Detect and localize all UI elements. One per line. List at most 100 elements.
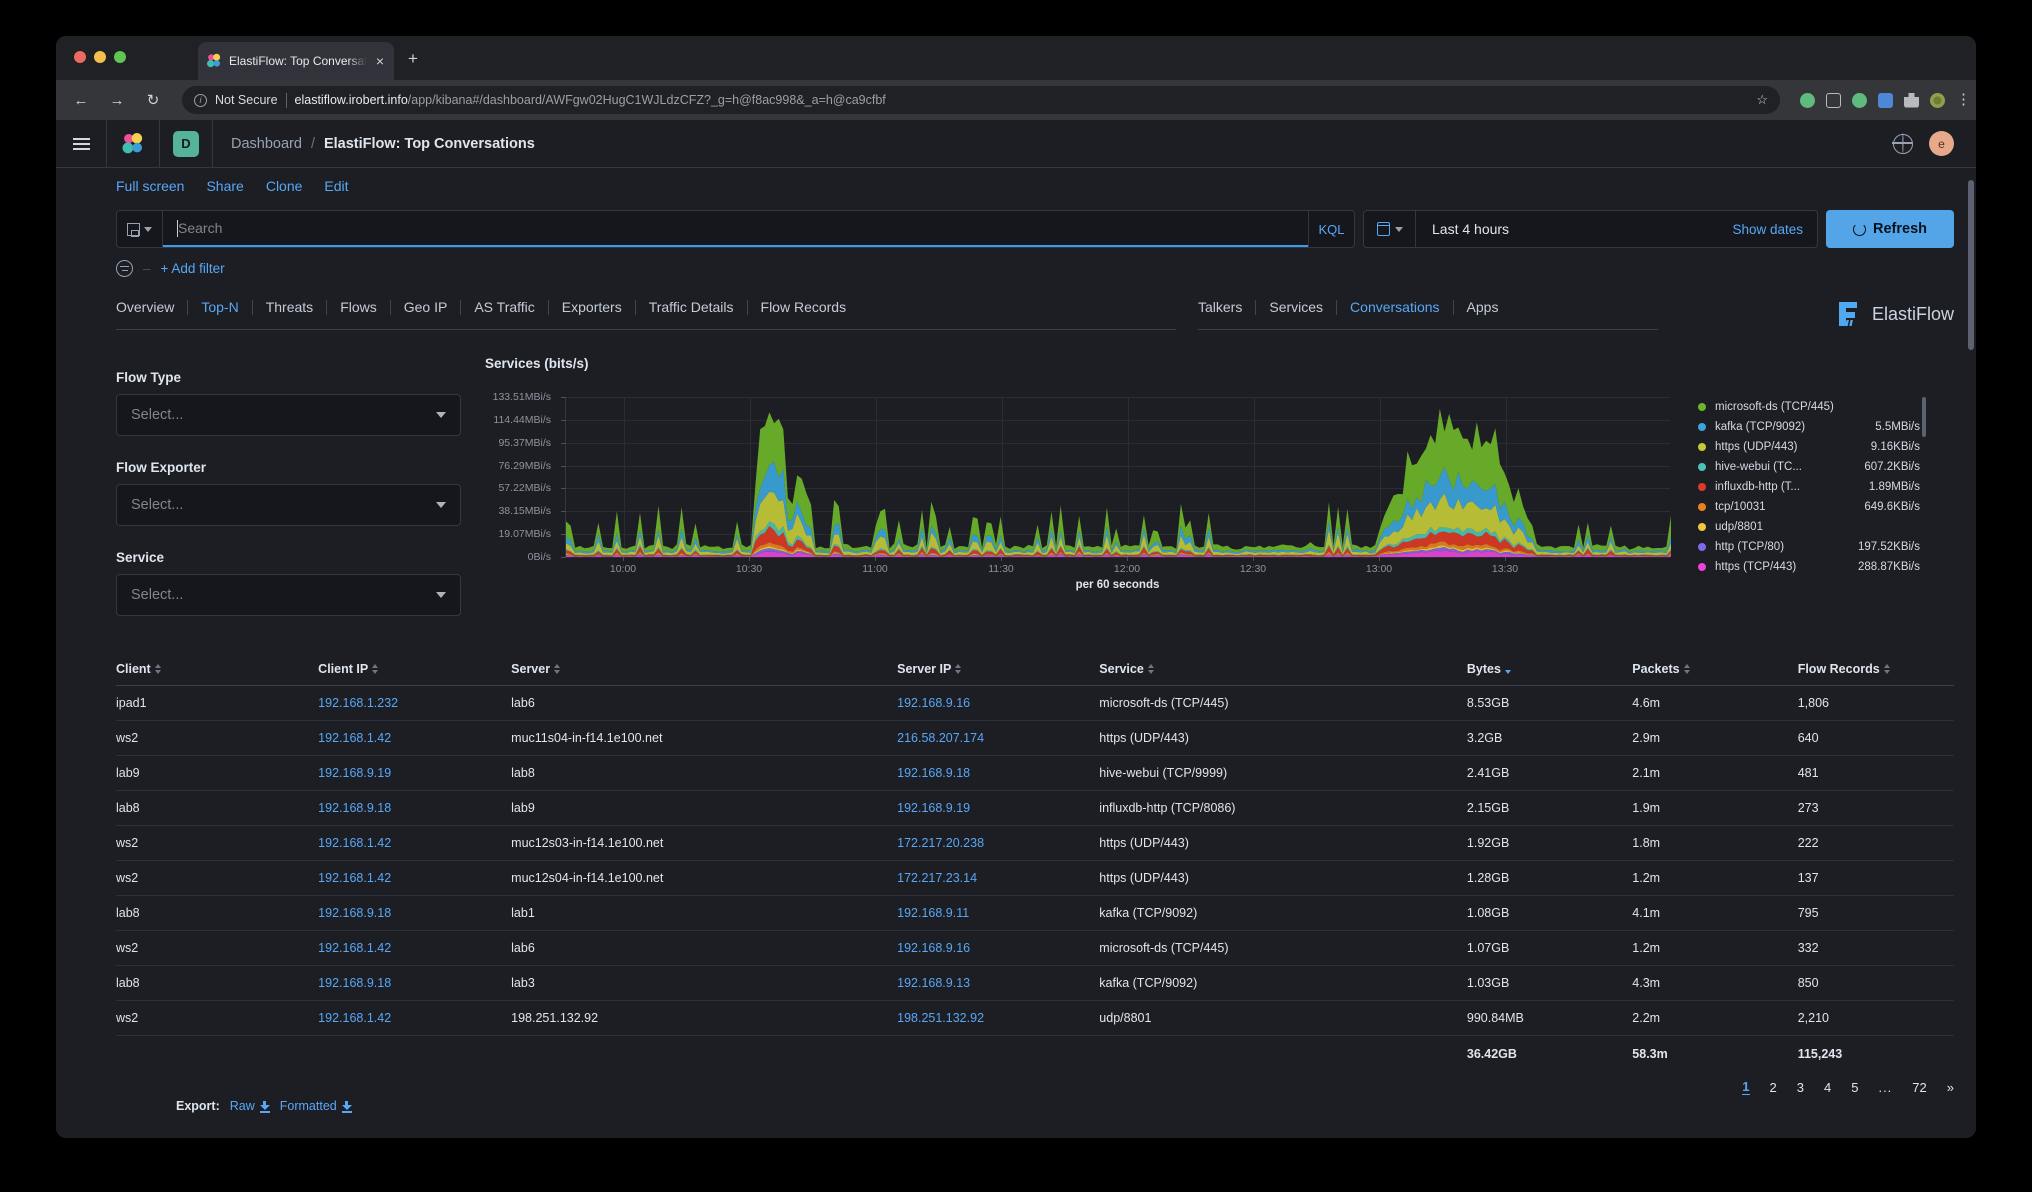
extension-gear-icon[interactable]	[1930, 92, 1945, 108]
legend-item[interactable]: https (TCP/443) 288.87KBi/s	[1698, 557, 1920, 577]
pagination-next-button[interactable]: »	[1947, 1080, 1954, 1095]
cell-server-ip[interactable]: 192.168.9.11	[897, 895, 1100, 931]
table-row[interactable]: ws2 192.168.1.42 muc11s04-in-f14.1e100.net…	[116, 720, 1954, 756]
browser-tab[interactable]: ElastiFlow: Top Conversations ×	[198, 42, 394, 80]
browser-menu-icon[interactable]: ⋮	[1956, 92, 1971, 108]
legend-item[interactable]: kafka (TCP/9092) 5.5MBi/s	[1698, 417, 1920, 437]
extension-status-icon[interactable]	[1852, 92, 1867, 108]
search-bar[interactable]: Search KQL	[116, 210, 1355, 248]
plot-canvas[interactable]	[561, 397, 1671, 558]
table-row[interactable]: lab9 192.168.9.19 lab8 192.168.9.18 hive-web…	[116, 755, 1954, 791]
table-row[interactable]: lab8 192.168.9.18 lab3 192.168.9.13 kafka (T…	[116, 965, 1954, 1001]
cell-server-ip[interactable]: 192.168.9.13	[897, 965, 1100, 1001]
tab-flows[interactable]: Flows	[327, 299, 390, 315]
legend-item[interactable]: hive-webui (TC... 607.2KBi/s	[1698, 457, 1920, 477]
column-header-packets[interactable]: Packets	[1632, 662, 1798, 686]
info-icon[interactable]: i	[194, 93, 207, 107]
tab-services[interactable]: Services	[1256, 299, 1336, 315]
avatar[interactable]: e	[1929, 131, 1954, 156]
minimize-window-button[interactable]	[94, 51, 106, 63]
globe-icon[interactable]	[1892, 133, 1913, 154]
tab-as-traffic[interactable]: AS Traffic	[461, 299, 547, 315]
cell-server-ip[interactable]: 172.217.23.14	[897, 860, 1100, 896]
tab-flow-records[interactable]: Flow Records	[748, 299, 860, 315]
legend-item[interactable]: http (TCP/80) 197.52KBi/s	[1698, 537, 1920, 557]
address-bar[interactable]: i Not Secure elastiflow.irobert.info/app…	[182, 86, 1780, 114]
pagination-page-72[interactable]: 72	[1912, 1080, 1926, 1095]
share-button[interactable]: Share	[206, 178, 243, 194]
table-row[interactable]: lab8 192.168.9.18 lab9 192.168.9.19 influxdb…	[116, 790, 1954, 826]
close-window-button[interactable]	[74, 51, 86, 63]
legend-item[interactable]: tcp/10031 649.6KBi/s	[1698, 497, 1920, 517]
export-raw-link[interactable]: Raw	[230, 1099, 270, 1113]
pagination-page-3[interactable]: 3	[1797, 1080, 1804, 1095]
cell-client-ip[interactable]: 192.168.1.42	[318, 930, 512, 966]
extension-blue-icon[interactable]	[1878, 92, 1893, 108]
service-select[interactable]: Select...	[116, 574, 461, 616]
table-row[interactable]: ws2 192.168.1.42 muc12s03-in-f14.1e100.net…	[116, 825, 1954, 861]
add-filter-button[interactable]: + Add filter	[161, 261, 225, 276]
tab-conversations[interactable]: Conversations	[1337, 299, 1453, 315]
cell-client-ip[interactable]: 192.168.1.232	[318, 685, 512, 721]
cell-server-ip[interactable]: 198.251.132.92	[897, 1000, 1100, 1036]
cell-server-ip[interactable]: 192.168.9.19	[897, 790, 1100, 826]
cell-client-ip[interactable]: 192.168.1.42	[318, 825, 512, 861]
cell-server-ip[interactable]: 172.217.20.238	[897, 825, 1100, 861]
edit-button[interactable]: Edit	[324, 178, 348, 194]
new-tab-button[interactable]: +	[408, 50, 418, 67]
refresh-button[interactable]: Refresh	[1826, 210, 1954, 248]
show-dates-button[interactable]: Show dates	[1732, 222, 1803, 237]
cell-client-ip[interactable]: 192.168.9.18	[318, 895, 512, 931]
flow-exporter-select[interactable]: Select...	[116, 484, 461, 526]
search-input[interactable]: Search	[163, 211, 1308, 247]
tab-apps[interactable]: Apps	[1454, 299, 1512, 315]
page-scrollbar[interactable]	[1968, 180, 1974, 350]
legend-item[interactable]: microsoft-ds (TCP/445)	[1698, 397, 1920, 417]
tab-overview[interactable]: Overview	[116, 299, 187, 315]
table-row[interactable]: lab8 192.168.9.18 lab1 192.168.9.11 kafka (T…	[116, 895, 1954, 931]
legend-item[interactable]: https (UDP/443) 9.16KBi/s	[1698, 437, 1920, 457]
legend-scrollbar[interactable]	[1922, 397, 1926, 437]
tab-exporters[interactable]: Exporters	[549, 299, 635, 315]
legend-item[interactable]: udp/8801	[1698, 517, 1920, 537]
extensions-puzzle-icon[interactable]	[1904, 92, 1919, 108]
tab-threats[interactable]: Threats	[253, 299, 326, 315]
tab-traffic-details[interactable]: Traffic Details	[636, 299, 747, 315]
column-header-server-ip[interactable]: Server IP	[897, 662, 1100, 686]
column-header-bytes[interactable]: Bytes	[1466, 662, 1633, 686]
pagination-page-1[interactable]: 1	[1742, 1079, 1750, 1095]
menu-hamburger-icon[interactable]	[56, 137, 106, 150]
elastic-logo-icon[interactable]	[107, 132, 159, 156]
table-row[interactable]: ws2 192.168.1.42 muc12s04-in-f14.1e100.net…	[116, 860, 1954, 896]
pagination-page-2[interactable]: 2	[1770, 1080, 1777, 1095]
forward-icon[interactable]: →	[104, 92, 130, 109]
query-language-button[interactable]: KQL	[1308, 211, 1354, 247]
breadcrumb-dashboard-link[interactable]: Dashboard	[231, 136, 302, 152]
pagination-page-5[interactable]: 5	[1851, 1080, 1858, 1095]
column-header-flow-records[interactable]: Flow Records	[1797, 662, 1954, 686]
space-avatar[interactable]: D	[160, 130, 212, 157]
cell-server-ip[interactable]: 216.58.207.174	[897, 720, 1100, 756]
extension-green-icon[interactable]	[1800, 92, 1815, 108]
column-header-server[interactable]: Server	[511, 662, 898, 686]
window-controls[interactable]	[74, 51, 126, 63]
flow-type-select[interactable]: Select...	[116, 394, 461, 436]
table-row[interactable]: ipad1 192.168.1.232 lab6 192.168.9.16 micros…	[116, 685, 1954, 721]
reload-icon[interactable]: ↻	[140, 91, 166, 109]
back-icon[interactable]: ←	[68, 92, 94, 109]
maximize-window-button[interactable]	[114, 51, 126, 63]
cell-client-ip[interactable]: 192.168.1.42	[318, 860, 512, 896]
extension-frame-icon[interactable]	[1826, 92, 1841, 108]
column-header-service[interactable]: Service	[1099, 662, 1467, 686]
cell-client-ip[interactable]: 192.168.1.42	[318, 1000, 512, 1036]
tab-talkers[interactable]: Talkers	[1198, 299, 1255, 315]
saved-query-button[interactable]	[117, 211, 163, 247]
tab-geo-ip[interactable]: Geo IP	[391, 299, 461, 315]
close-icon[interactable]: ×	[374, 54, 386, 68]
bookmark-star-icon[interactable]: ☆	[1756, 92, 1768, 108]
cell-server-ip[interactable]: 192.168.9.18	[897, 755, 1100, 791]
column-header-client-ip[interactable]: Client IP	[318, 662, 512, 686]
time-range-value[interactable]: Last 4 hours	[1416, 221, 1509, 237]
full-screen-button[interactable]: Full screen	[116, 178, 184, 194]
cell-client-ip[interactable]: 192.168.1.42	[318, 720, 512, 756]
